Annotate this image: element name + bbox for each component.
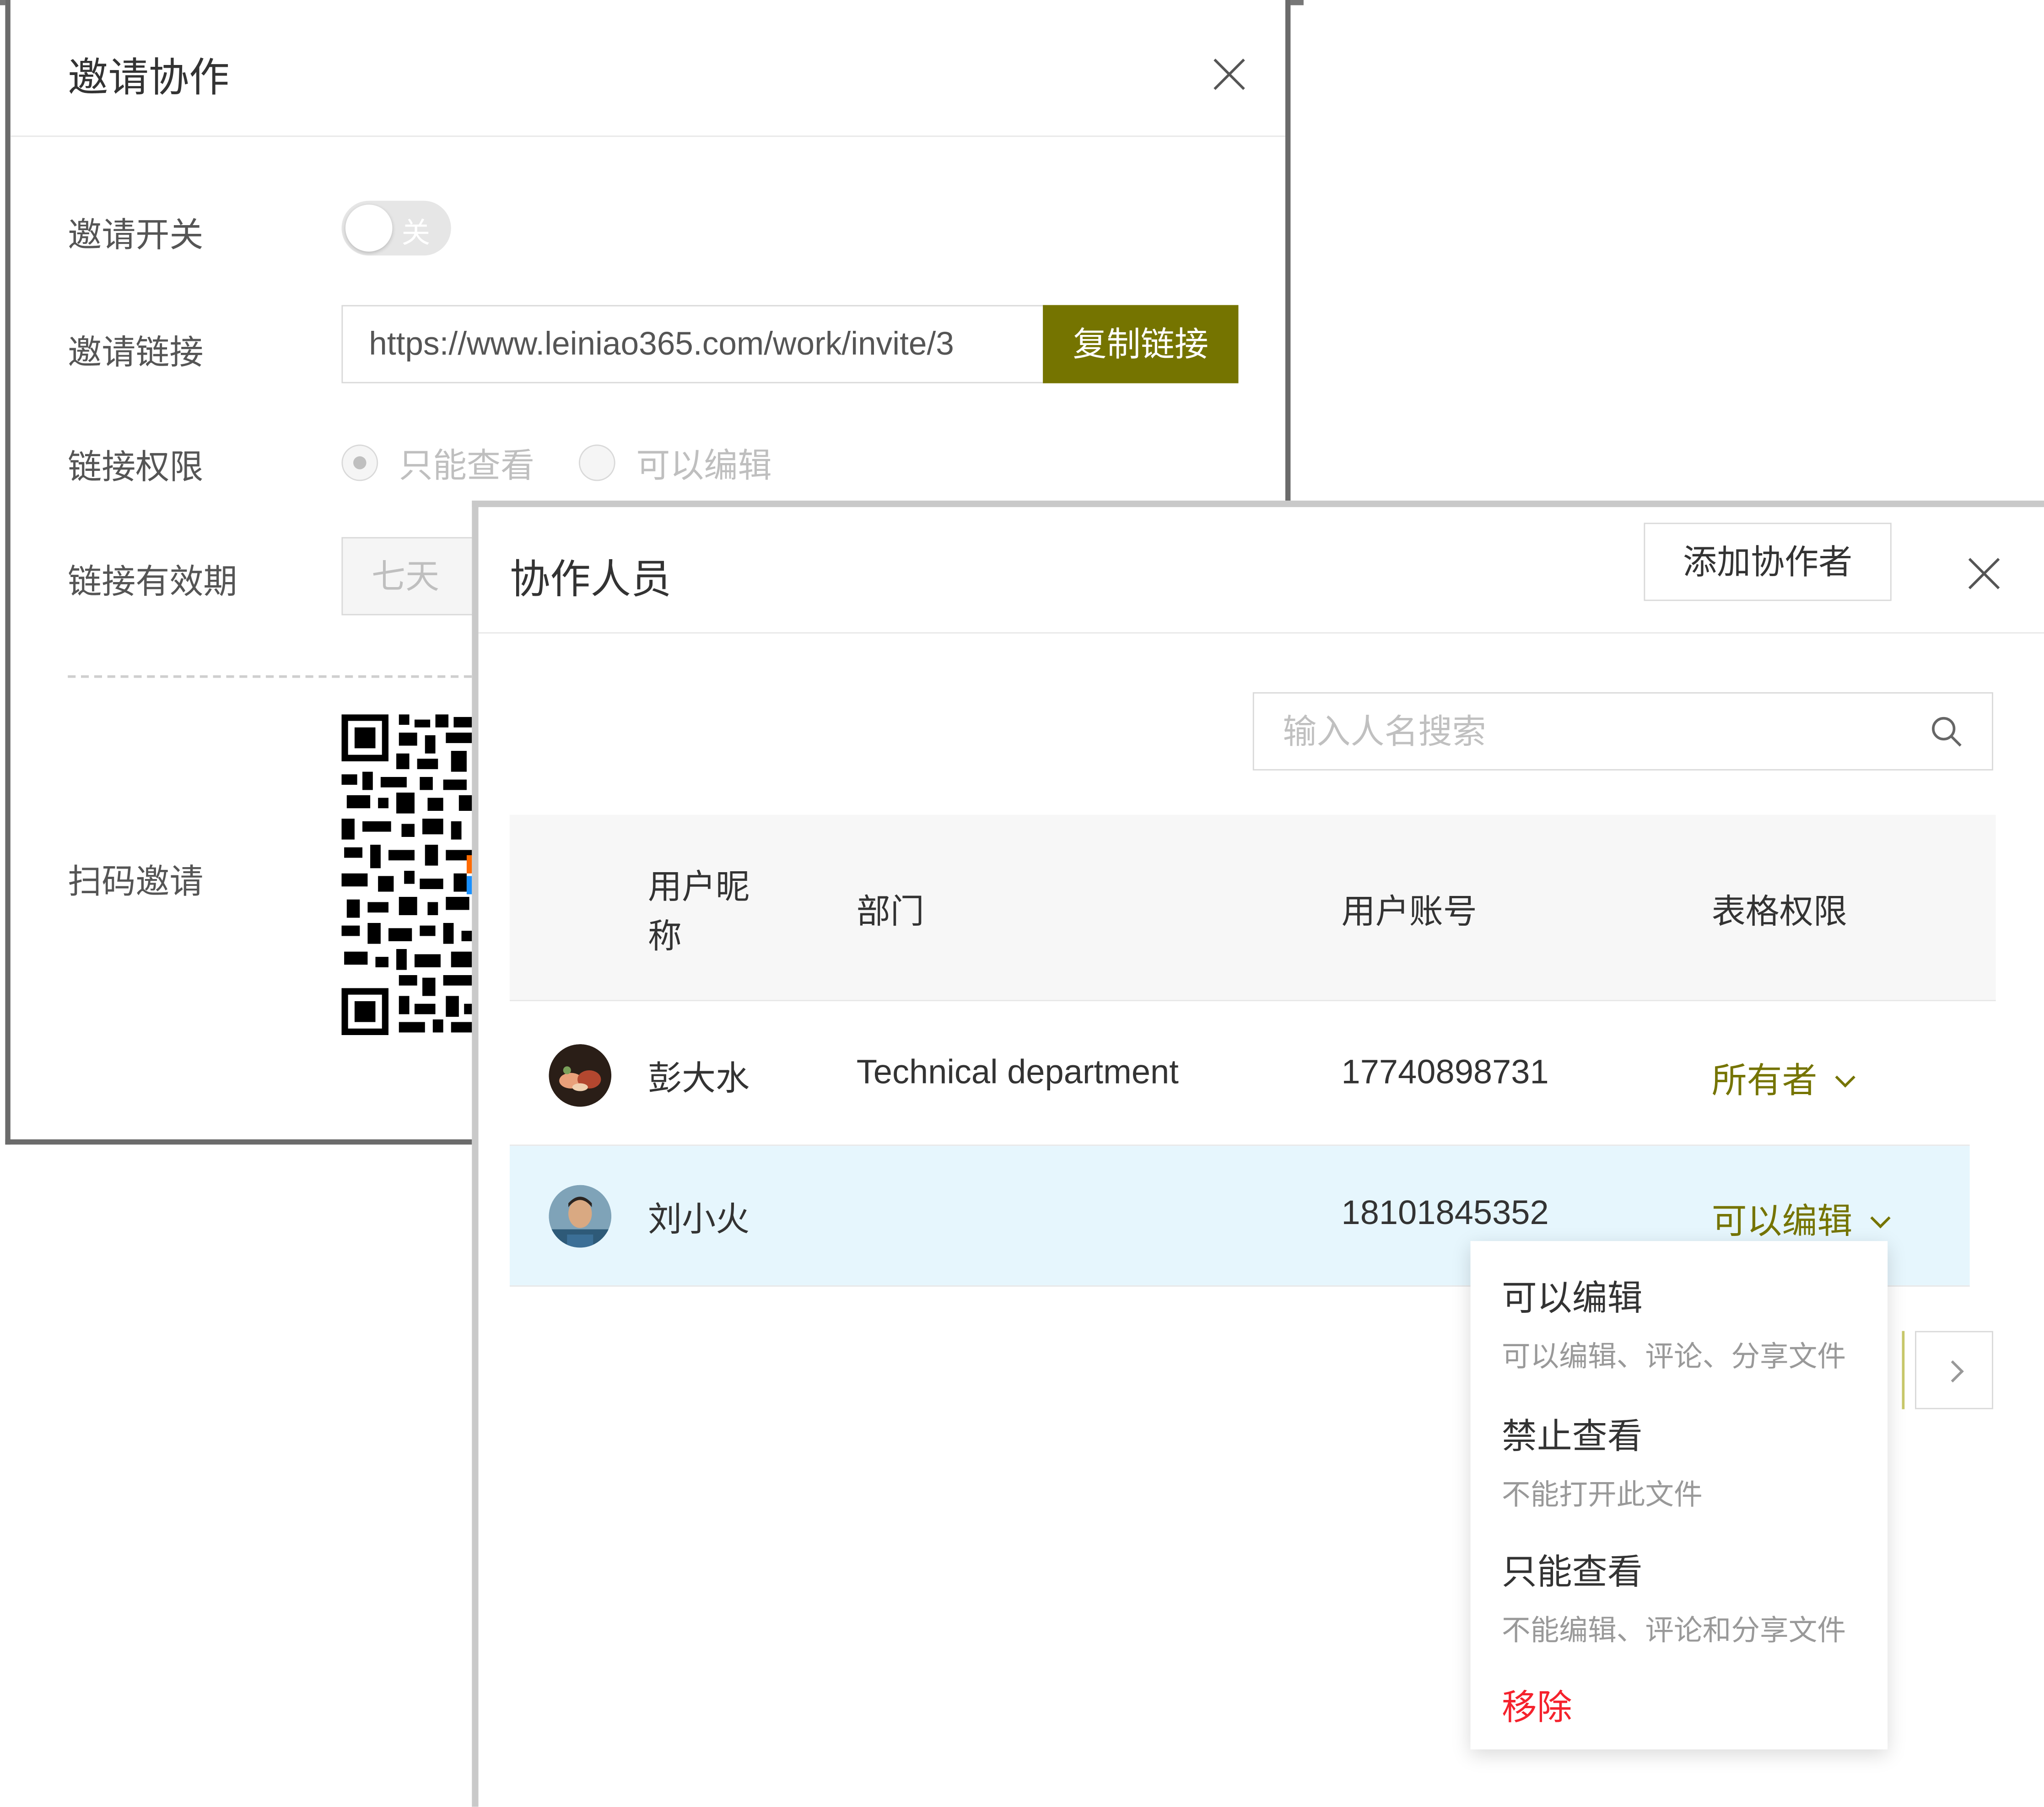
screen: 邀请协作 邀请开关 关 邀请链接 https://www.leiniao365.… <box>0 0 2044 1807</box>
radio-circle-icon <box>578 444 615 481</box>
column-header-department: 部门 <box>856 891 924 931</box>
menu-item-title: 禁止查看 <box>1501 1417 1643 1456</box>
divider <box>10 135 1286 137</box>
radio-label: 只能查看 <box>399 445 535 485</box>
search-field[interactable] <box>1252 692 1993 771</box>
column-header-nickname: 用户昵称 <box>647 867 750 956</box>
close-icon[interactable] <box>1212 57 1246 91</box>
qr-code-image <box>341 714 485 1036</box>
avatar <box>549 1185 612 1248</box>
menu-item-description: 可以编辑、评论、分享文件 <box>1501 1340 1846 1373</box>
avatar <box>549 1044 612 1107</box>
menu-item-title: 可以编辑 <box>1501 1278 1643 1318</box>
toggle-state-text: 关 <box>401 216 431 249</box>
chevron-right-icon <box>1942 1360 1964 1383</box>
pagination-current-page[interactable] <box>1894 1331 1905 1409</box>
qr-invite-label: 扫码邀请 <box>68 862 204 901</box>
radio-label: 可以编辑 <box>636 445 772 485</box>
dashed-divider <box>68 675 485 678</box>
search-input[interactable] <box>1280 710 1911 754</box>
permission-value: 可以编辑 <box>1711 1202 1853 1241</box>
user-account: 18101845352 <box>1341 1192 1549 1232</box>
dialog-title: 协作人员 <box>509 556 672 603</box>
radio-circle-icon <box>341 444 378 481</box>
radio-can-edit[interactable]: 可以编辑 <box>578 441 772 485</box>
close-icon[interactable] <box>1967 556 2001 590</box>
divider <box>478 632 2044 634</box>
link-expiry-label: 链接有效期 <box>68 561 237 601</box>
menu-item-description: 不能编辑、评论和分享文件 <box>1501 1613 1846 1647</box>
table-header: 用户昵称 部门 用户账号 表格权限 <box>509 814 1996 1001</box>
menu-item-view-only[interactable]: 只能查看 不能编辑、评论和分享文件 <box>1502 1543 1880 1649</box>
chevron-down-icon <box>1835 1067 1855 1088</box>
search-icon[interactable] <box>1929 714 1963 748</box>
invite-link-label: 邀请链接 <box>68 332 204 372</box>
menu-item-no-view[interactable]: 禁止查看 不能打开此文件 <box>1502 1408 1880 1514</box>
invite-toggle-label: 邀请开关 <box>68 215 204 254</box>
user-account: 17740898731 <box>1341 1052 1549 1091</box>
permission-value: 所有者 <box>1711 1061 1817 1100</box>
permission-dropdown[interactable]: 可以编辑 <box>1711 1193 1891 1244</box>
permission-menu: 可以编辑 可以编辑、评论、分享文件 禁止查看 不能打开此文件 只能查看 不能编辑… <box>1470 1241 1888 1750</box>
invite-link-field[interactable]: https://www.leiniao365.com/work/invite/3 <box>341 305 1046 383</box>
menu-item-remove[interactable]: 移除 <box>1502 1679 1880 1730</box>
radio-view-only[interactable]: 只能查看 <box>341 441 534 485</box>
pagination-next-button[interactable] <box>1915 1331 1993 1409</box>
permission-dropdown[interactable]: 所有者 <box>1711 1052 1855 1103</box>
dialog-title: 邀请协作 <box>68 54 230 101</box>
table-row[interactable]: 彭大水 Technical department 17740898731 所有者 <box>509 1005 1970 1146</box>
link-permission-label: 链接权限 <box>68 447 204 486</box>
menu-item-can-edit[interactable]: 可以编辑 可以编辑、评论、分享文件 <box>1502 1270 1880 1375</box>
user-nickname: 彭大水 <box>647 1058 750 1098</box>
invite-toggle[interactable]: 关 <box>341 200 451 256</box>
column-header-account: 用户账号 <box>1341 891 1477 931</box>
add-collaborator-button[interactable]: 添加协作者 <box>1644 523 1892 601</box>
column-header-permission: 表格权限 <box>1711 891 1847 931</box>
toggle-knob <box>345 205 393 252</box>
user-department: Technical department <box>856 1052 1179 1091</box>
user-nickname: 刘小火 <box>647 1199 750 1239</box>
chevron-down-icon <box>1870 1208 1891 1229</box>
menu-item-description: 不能打开此文件 <box>1501 1478 1703 1511</box>
menu-item-title: 只能查看 <box>1501 1553 1643 1592</box>
copy-link-button[interactable]: 复制链接 <box>1043 305 1239 383</box>
